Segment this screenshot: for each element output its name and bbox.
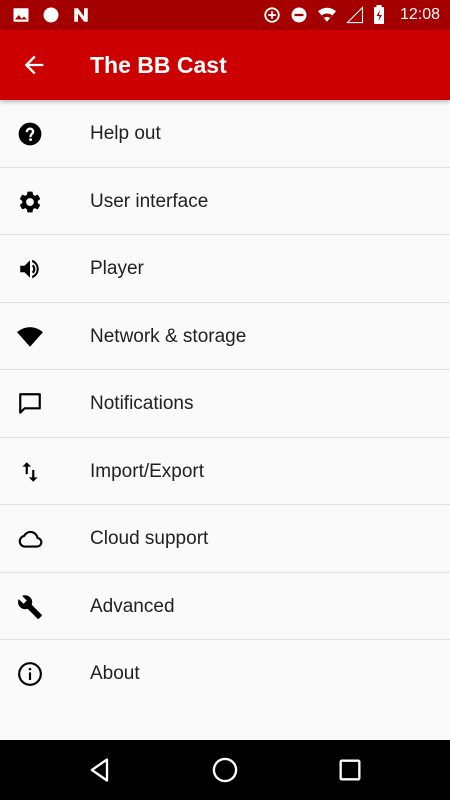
home-circle-icon[interactable] (211, 756, 239, 784)
battery-charging-icon (373, 5, 384, 24)
settings-item-label: Notifications (90, 393, 194, 414)
signal-icon (346, 6, 364, 24)
settings-item-notifications[interactable]: Notifications (0, 370, 450, 438)
settings-item-about[interactable]: About (0, 640, 450, 708)
settings-item-help-out[interactable]: Help out (0, 100, 450, 168)
settings-list: Help out User interface Player Network &… (0, 100, 450, 708)
wrench-icon (18, 594, 42, 619)
settings-item-advanced[interactable]: Advanced (0, 573, 450, 640)
clock: 12:08 (399, 6, 440, 23)
settings-item-label: Player (90, 258, 144, 279)
info-icon (18, 662, 42, 686)
data-saver-icon (264, 7, 280, 23)
settings-item-label: Network & storage (90, 325, 247, 347)
image-icon (13, 8, 29, 22)
settings-item-label: Import/Export (90, 460, 205, 482)
chat-bubble-icon (19, 393, 41, 414)
settings-item-label: Cloud support (90, 528, 209, 549)
recents-square-icon[interactable] (336, 756, 364, 784)
settings-item-network-storage[interactable]: Network & storage (0, 303, 450, 370)
settings-item-import-export[interactable]: Import/Export (0, 438, 450, 505)
back-triangle-icon[interactable] (86, 756, 114, 784)
settings-item-player[interactable]: Player (0, 235, 450, 303)
settings-item-label: Advanced (90, 595, 175, 617)
settings-item-label: User interface (90, 190, 209, 212)
settings-item-user-interface[interactable]: User interface (0, 168, 450, 235)
settings-item-label: Help out (90, 123, 161, 144)
n-logo-icon (74, 8, 88, 22)
do-not-disturb-icon (291, 7, 307, 23)
arrow-back-icon[interactable] (20, 51, 48, 79)
volume-icon (20, 259, 39, 279)
circle-icon (43, 7, 59, 23)
settings-item-cloud-support[interactable]: Cloud support (0, 505, 450, 573)
gear-icon (19, 191, 41, 212)
settings-item-label: About (90, 663, 140, 684)
wifi-icon (317, 7, 336, 22)
status-bar: 12:08 (0, 0, 450, 30)
page-title: The BB Cast (90, 52, 227, 78)
wifi-icon (17, 326, 43, 347)
help-icon (18, 122, 42, 146)
app-bar: The BB Cast (0, 30, 450, 100)
navigation-bar (0, 740, 450, 800)
import-export-icon (22, 461, 38, 482)
cloud-icon (18, 530, 43, 548)
